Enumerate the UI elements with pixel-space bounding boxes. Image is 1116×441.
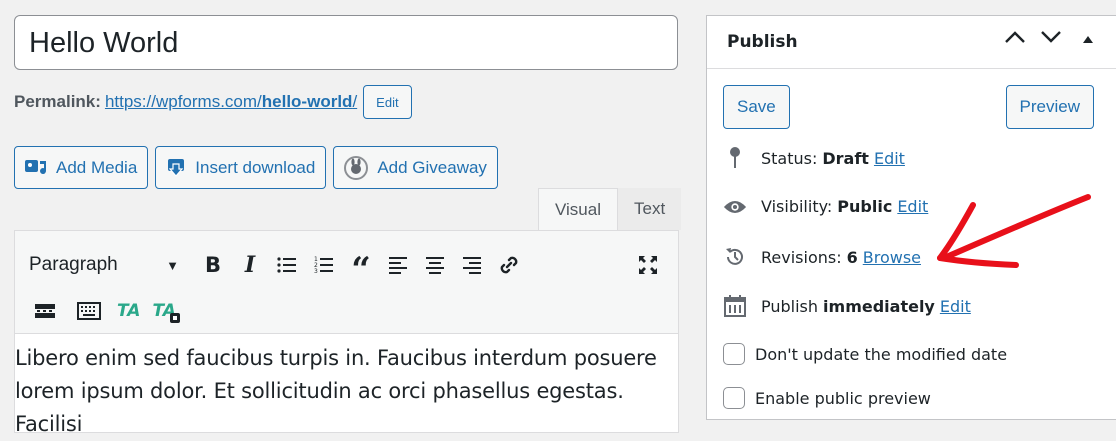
publish-date-row: Publish immediately Edit [723, 295, 971, 317]
permalink-link[interactable]: https://wpforms.com/hello-world/ [105, 92, 357, 112]
dont-update-checkbox[interactable] [723, 343, 745, 365]
quote-icon: “ [351, 250, 371, 290]
italic-button[interactable]: I [234, 249, 266, 281]
keyboard-icon [77, 302, 101, 320]
status-row: Status: Draft Edit [723, 146, 905, 170]
panel-handles [1004, 30, 1094, 49]
read-more-icon [35, 304, 55, 318]
bulleted-list-button[interactable] [271, 249, 303, 281]
align-center-icon [426, 257, 444, 274]
toolbar-row-2: TA TA [29, 295, 181, 327]
media-buttons: Add Media Insert download Add Giveaway [14, 146, 498, 189]
visibility-row: Visibility: Public Edit [723, 197, 928, 216]
bulleted-list-icon [277, 257, 296, 273]
revisions-browse-link[interactable]: Browse [863, 248, 921, 267]
editor-main: Hello World Permalink: https://wpforms.c… [14, 15, 679, 189]
permalink-slug: hello-world [261, 92, 353, 111]
ta-button[interactable]: TA [117, 301, 140, 321]
link-icon [500, 256, 518, 274]
add-media-button[interactable]: Add Media [14, 146, 149, 189]
add-media-label: Add Media [56, 157, 138, 177]
permalink-edit-button[interactable]: Edit [363, 85, 412, 119]
public-preview-row: Enable public preview [723, 387, 931, 409]
publish-date-edit-link[interactable]: Edit [940, 297, 971, 316]
chevron-down-icon: ▼ [166, 257, 179, 273]
editor-content[interactable]: Libero enim sed faucibus turpis in. Fauc… [14, 333, 679, 436]
revisions-row: Revisions: 6 Browse [723, 246, 921, 268]
add-giveaway-label: Add Giveaway [377, 157, 487, 177]
bold-button[interactable]: B [197, 249, 229, 281]
visibility-label: Visibility: [761, 197, 833, 216]
toolbar-row-1: Paragraph ▼ B I 123 “ [29, 249, 678, 287]
editor-toolbar: Paragraph ▼ B I 123 “ TA TA [14, 230, 679, 333]
toolbar-toggle-button[interactable] [73, 295, 105, 327]
publish-actions: Save Preview [723, 85, 1094, 129]
publish-panel: Publish Save Preview Status: Draft Edit … [706, 15, 1116, 420]
publish-panel-header: Publish [707, 16, 1116, 69]
permalink-row: Permalink: https://wpforms.com/hello-wor… [14, 84, 412, 120]
editor-tabs: Visual Text [538, 188, 682, 230]
insert-link-button[interactable] [493, 249, 525, 281]
align-center-button[interactable] [419, 249, 451, 281]
format-select[interactable]: Paragraph ▼ [29, 254, 179, 276]
save-draft-button[interactable]: Save [723, 85, 790, 129]
italic-icon: I [244, 252, 256, 278]
move-down-button[interactable] [1040, 30, 1062, 49]
tab-visual[interactable]: Visual [538, 188, 618, 230]
move-up-button[interactable] [1004, 30, 1026, 49]
triangle-up-icon [1083, 35, 1093, 43]
preview-button[interactable]: Preview [1005, 85, 1094, 129]
revisions-label: Revisions: [761, 247, 842, 267]
revisions-count: 6 [846, 247, 858, 267]
history-icon [723, 246, 747, 268]
format-select-value: Paragraph [29, 254, 118, 275]
align-left-button[interactable] [382, 249, 414, 281]
align-right-icon [463, 257, 481, 274]
pin-icon [723, 146, 747, 170]
download-icon [165, 157, 187, 179]
insert-download-label: Insert download [195, 157, 316, 177]
read-more-button[interactable] [29, 295, 61, 327]
dont-update-label: Don't update the modified date [755, 344, 1008, 364]
media-icon [24, 157, 48, 179]
blockquote-button[interactable]: “ [345, 249, 377, 287]
align-right-button[interactable] [456, 249, 488, 281]
status-label: Status: [761, 148, 818, 168]
chevron-up-icon [1005, 31, 1025, 43]
content-line: lorem ipsum dolor. Et sollicitudin ac or… [15, 379, 624, 436]
chevron-down-icon [1041, 31, 1061, 43]
tab-text[interactable]: Text [618, 188, 682, 230]
bold-icon: B [204, 253, 221, 277]
status-edit-link[interactable]: Edit [874, 149, 905, 168]
publish-panel-title: Publish [727, 32, 798, 52]
toggle-panel-button[interactable] [1082, 31, 1094, 49]
giveaway-icon [343, 155, 369, 181]
ta-block-button[interactable]: TA [152, 301, 181, 323]
permalink-base: https://wpforms.com/ [104, 92, 262, 111]
svg-text:3: 3 [314, 268, 318, 274]
content-line: Libero enim sed faucibus turpis in. Fauc… [15, 346, 657, 370]
add-giveaway-button[interactable]: Add Giveaway [333, 146, 498, 189]
numbered-list-icon: 123 [314, 256, 333, 274]
calendar-icon [723, 295, 747, 317]
align-left-icon [389, 257, 407, 274]
public-preview-checkbox[interactable] [723, 387, 745, 409]
insert-download-button[interactable]: Insert download [155, 146, 327, 189]
permalink-trail: / [352, 92, 358, 111]
fullscreen-button[interactable] [632, 249, 664, 281]
public-preview-label: Enable public preview [755, 388, 931, 408]
block-square-icon [170, 313, 181, 323]
visibility-value: Public [837, 197, 893, 216]
publish-date-value: immediately [823, 296, 935, 316]
publish-date-label: Publish [761, 296, 819, 316]
permalink-label: Permalink: [14, 92, 101, 111]
post-title-input[interactable]: Hello World [14, 15, 678, 70]
fullscreen-icon [639, 256, 657, 274]
status-value: Draft [822, 148, 869, 168]
numbered-list-button[interactable]: 123 [308, 249, 340, 281]
dont-update-row: Don't update the modified date [723, 343, 1007, 365]
visibility-edit-link[interactable]: Edit [897, 197, 928, 216]
eye-icon [723, 198, 747, 216]
